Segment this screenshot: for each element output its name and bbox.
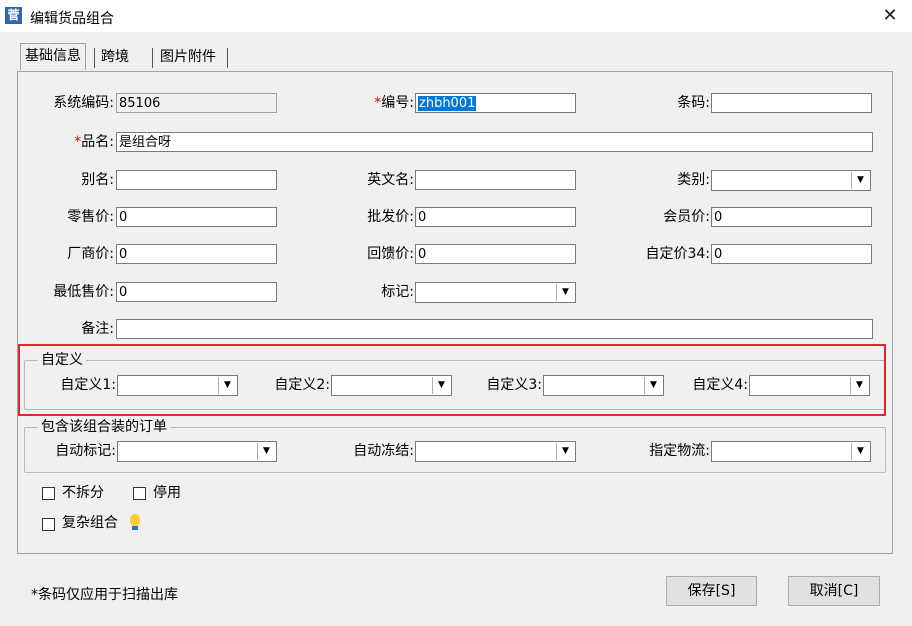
return-price-field[interactable]: 0 [415, 244, 576, 264]
cancel-button[interactable]: 取消[C] [788, 576, 880, 606]
mark-select[interactable]: ▼ [415, 282, 576, 303]
lightbulb-icon-base [132, 526, 138, 530]
logistics-label: 指定物流: [649, 443, 710, 459]
system-code-label: 系统编码: [53, 95, 114, 111]
no-split-checkbox[interactable] [42, 487, 55, 500]
code-field-value: zhbh001 [418, 96, 477, 111]
mark-label: 标记: [381, 284, 414, 300]
code-label-text: 编号: [381, 95, 414, 111]
factory-price-label: 厂商价: [67, 246, 114, 262]
highlight-box [18, 344, 886, 416]
remark-label: 备注: [81, 321, 114, 337]
retail-price-field[interactable]: 0 [116, 207, 277, 227]
barcode-label: 条码: [677, 95, 710, 111]
chevron-down-icon[interactable]: ▼ [556, 443, 574, 460]
tab-separator [94, 48, 95, 68]
min-price-label: 最低售价: [53, 284, 114, 300]
tab-image-attachments[interactable]: 图片附件 [156, 45, 220, 69]
product-name-field[interactable]: 是组合呀 [116, 132, 873, 152]
barcode-field[interactable] [711, 93, 872, 113]
tab-separator [152, 48, 153, 68]
order-group-title: 包含该组合装的订单 [38, 418, 170, 436]
auto-mark-label: 自动标记: [55, 443, 116, 459]
min-price-field[interactable]: 0 [116, 282, 277, 302]
factory-price-field[interactable]: 0 [116, 244, 277, 264]
category-label: 类别: [677, 172, 710, 188]
chevron-down-icon[interactable]: ▼ [257, 443, 275, 460]
tab-separator [227, 48, 228, 68]
tab-cross-border[interactable]: 跨境 [97, 45, 133, 69]
barcode-note: *条码仅应用于扫描出库 [31, 587, 178, 603]
complex-combo-label: 复杂组合 [62, 515, 118, 531]
title-bar [0, 0, 912, 32]
remark-field[interactable] [116, 319, 873, 339]
custom-price34-label: 自定价34: [645, 246, 710, 262]
logistics-select[interactable]: ▼ [711, 441, 871, 462]
auto-freeze-select[interactable]: ▼ [415, 441, 576, 462]
code-label: *编号: [330, 92, 414, 114]
custom-price34-field[interactable]: 0 [711, 244, 872, 264]
category-select[interactable]: ▼ [711, 170, 871, 191]
alias-field[interactable] [116, 170, 277, 190]
disabled-checkbox[interactable] [133, 487, 146, 500]
close-button[interactable]: ✕ [872, 2, 908, 30]
no-split-label: 不拆分 [62, 485, 104, 501]
alias-label: 别名: [81, 172, 114, 188]
complex-combo-checkbox[interactable] [42, 518, 55, 531]
save-button[interactable]: 保存[S] [666, 576, 757, 606]
auto-mark-select[interactable]: ▼ [117, 441, 277, 462]
chevron-down-icon[interactable]: ▼ [851, 172, 869, 189]
lightbulb-icon[interactable] [130, 514, 140, 526]
english-name-field[interactable] [415, 170, 576, 190]
window-title: 编辑货品组合 [30, 11, 114, 27]
english-name-label: 英文名: [367, 172, 414, 188]
system-code-field: 85106 [116, 93, 277, 113]
disabled-label: 停用 [153, 485, 181, 501]
auto-freeze-label: 自动冻结: [353, 443, 414, 459]
wholesale-price-label: 批发价: [367, 209, 414, 225]
retail-price-label: 零售价: [67, 209, 114, 225]
tab-basic-info[interactable]: 基础信息 [20, 43, 86, 70]
code-field[interactable]: zhbh001 [415, 93, 576, 113]
chevron-down-icon[interactable]: ▼ [851, 443, 869, 460]
app-icon: 菅 [5, 7, 22, 24]
return-price-label: 回馈价: [367, 246, 414, 262]
chevron-down-icon[interactable]: ▼ [556, 284, 574, 301]
member-price-label: 会员价: [663, 209, 710, 225]
wholesale-price-field[interactable]: 0 [415, 207, 576, 227]
product-name-label-text: 品名: [81, 134, 114, 150]
product-name-label: *品名: [20, 131, 114, 153]
member-price-field[interactable]: 0 [711, 207, 872, 227]
